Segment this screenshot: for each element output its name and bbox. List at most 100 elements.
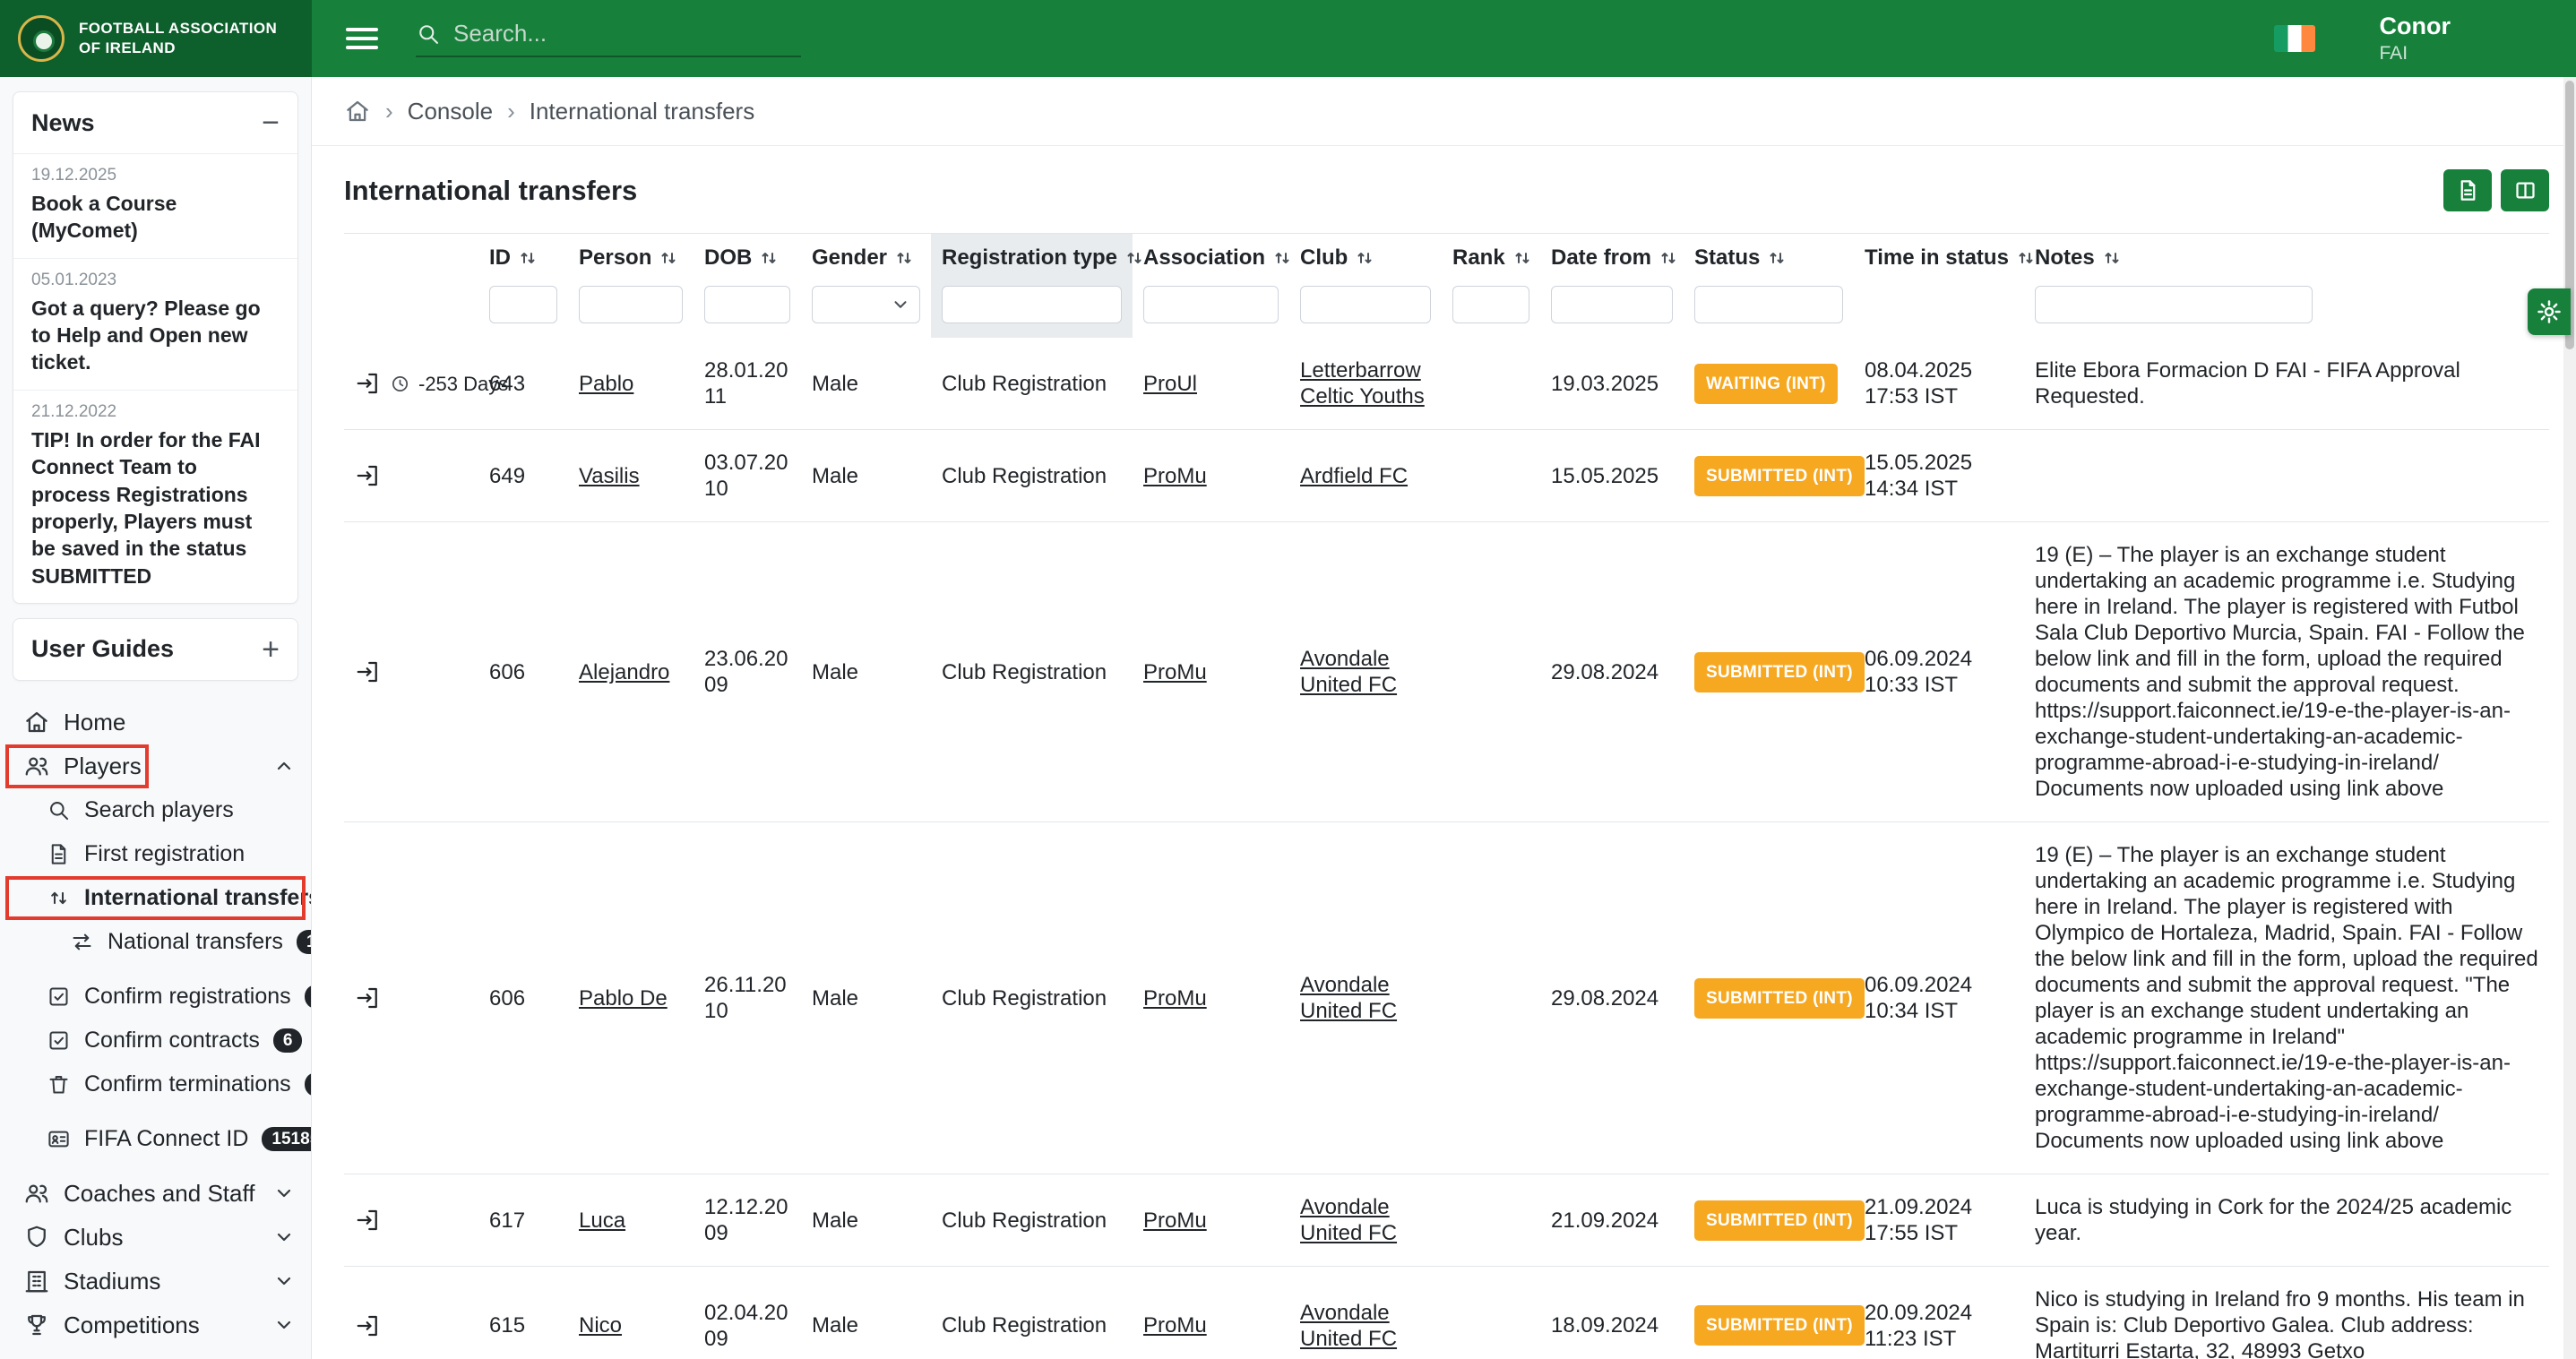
menu-toggle-button[interactable] (346, 25, 378, 52)
global-search[interactable] (416, 20, 801, 57)
sidebar-item-confirm-contracts[interactable]: Confirm contracts 6 (0, 1019, 311, 1062)
export-button[interactable] (2443, 169, 2492, 211)
status-badge: SUBMITTED (INT) (1694, 978, 1865, 1019)
filter-notes-input[interactable] (2035, 286, 2313, 323)
breadcrumb-console[interactable]: Console (408, 98, 493, 125)
filter-id-input[interactable] (489, 286, 557, 323)
cell-date-from: 29.08.2024 (1540, 822, 1684, 1174)
collapse-news-button[interactable]: − (262, 108, 280, 138)
enter-transfer-icon[interactable] (355, 370, 382, 397)
club-link[interactable]: Letterbarrow Celtic Youths (1300, 358, 1425, 409)
expand-user-guides-button[interactable]: + (262, 634, 280, 665)
cell-registration-type: Club Registration (931, 522, 1133, 822)
cell-time-in-status: 15.05.2025 14:34 IST (1854, 430, 2024, 522)
transfers-table: ID Person DOB Gender Registration type A… (344, 233, 2549, 1359)
sort-icon[interactable] (1512, 247, 1533, 269)
sort-icon[interactable] (2015, 247, 2037, 269)
filter-status-input[interactable] (1694, 286, 1843, 323)
sidebar-item-home[interactable]: Home (0, 701, 311, 744)
global-search-input[interactable] (453, 20, 801, 47)
sidebar-item-international-transfers[interactable]: International transfers 0 (0, 876, 311, 920)
association-link[interactable]: ProMu (1143, 464, 1207, 488)
cell-id: 606 (478, 522, 568, 822)
enter-transfer-icon[interactable] (355, 1207, 382, 1234)
sidebar-item-national-transfers[interactable]: National transfers 1389 (0, 920, 311, 964)
sidebar-item-coaches-and-staff[interactable]: Coaches and Staff (0, 1172, 311, 1216)
filter-person-input[interactable] (579, 286, 683, 323)
filter-club-input[interactable] (1300, 286, 1431, 323)
col-header-dob: DOB (694, 234, 801, 283)
enter-transfer-icon[interactable] (355, 985, 382, 1011)
fai-logo[interactable]: FOOTBALL ASSOCIATION OF IRELAND (0, 0, 312, 77)
sidebar-item-first-registration[interactable]: First registration (0, 832, 311, 876)
sidebar-item-fifa-connect-id[interactable]: FIFA Connect ID 15185 (0, 1117, 311, 1161)
sidebar-item-confirm-registrations[interactable]: Confirm registrations 93 (0, 975, 311, 1019)
columns-settings-button[interactable] (2501, 169, 2549, 211)
person-link[interactable]: Pablo De (579, 986, 668, 1011)
association-link[interactable]: ProMu (1143, 986, 1207, 1011)
sidebar-item-players[interactable]: Players (0, 744, 311, 788)
club-link[interactable]: Avondale United FC (1300, 1195, 1397, 1245)
filter-registration-type-input[interactable] (942, 286, 1122, 323)
chevron-down-icon (891, 295, 910, 314)
sort-icon[interactable] (1658, 247, 1679, 269)
sidebar-item-referees-and-officials[interactable]: Referees and Officials (0, 1347, 311, 1359)
sidebar-item-competitions[interactable]: Competitions (0, 1303, 311, 1347)
sort-icon[interactable] (1766, 247, 1788, 269)
sort-icon[interactable] (1271, 247, 1293, 269)
person-link[interactable]: Alejandro (579, 660, 669, 684)
person-link[interactable]: Pablo (579, 372, 633, 396)
enter-transfer-icon[interactable] (355, 462, 382, 489)
filter-gender-select[interactable] (812, 286, 920, 323)
enter-transfer-icon[interactable] (355, 1312, 382, 1339)
association-link[interactable]: ProUl (1143, 372, 1197, 396)
status-badge: SUBMITTED (INT) (1694, 652, 1865, 692)
person-link[interactable]: Luca (579, 1208, 625, 1233)
sidebar-item-stadiums[interactable]: Stadiums (0, 1260, 311, 1303)
col-header-gender: Gender (801, 234, 931, 283)
cell-dob: 03.07.2010 (694, 430, 801, 522)
cell-notes: Luca is studying in Cork for the 2024/25… (2024, 1174, 2549, 1267)
sort-icon[interactable] (2101, 247, 2123, 269)
sidebar-item-clubs[interactable]: Clubs (0, 1216, 311, 1260)
person-link[interactable]: Vasilis (579, 464, 640, 488)
id-card-icon (47, 1127, 71, 1151)
club-link[interactable]: Avondale United FC (1300, 647, 1397, 697)
sidebar-item-confirm-terminations[interactable]: Confirm terminations 3 (0, 1062, 311, 1106)
sidebar-item-search-players[interactable]: Search players (0, 788, 311, 832)
filter-date-from-input[interactable] (1551, 286, 1673, 323)
filter-rank-input[interactable] (1452, 286, 1529, 323)
enter-transfer-icon[interactable] (355, 658, 382, 685)
user-menu[interactable]: Conor FAI (2380, 12, 2451, 65)
cell-notes: 19 (E) – The player is an exchange stude… (2024, 522, 2549, 822)
table-row: 615 Nico 02.04.2009 Male Club Registrati… (344, 1267, 2549, 1359)
page-scrollbar[interactable] (2563, 77, 2576, 1359)
ireland-flag-icon[interactable] (2274, 25, 2315, 52)
association-link[interactable]: ProMu (1143, 1313, 1207, 1337)
filter-dob-input[interactable] (704, 286, 790, 323)
sort-icon[interactable] (658, 247, 679, 269)
file-export-icon (2456, 178, 2480, 202)
association-link[interactable]: ProMu (1143, 1208, 1207, 1233)
breadcrumb-home-icon[interactable] (344, 98, 371, 125)
status-badge: SUBMITTED (INT) (1694, 1200, 1865, 1241)
sort-icon[interactable] (517, 247, 538, 269)
club-link[interactable]: Ardfield FC (1300, 464, 1408, 488)
sort-icon[interactable] (1354, 247, 1375, 269)
main-content: Console International transfers Internat… (312, 77, 2576, 1359)
count-badge: 3 (305, 1072, 312, 1097)
cell-rank (1442, 338, 1540, 430)
breadcrumb-separator (385, 98, 393, 125)
person-link[interactable]: Nico (579, 1313, 622, 1337)
sort-icon[interactable] (893, 247, 915, 269)
club-link[interactable]: Avondale United FC (1300, 973, 1397, 1023)
club-link[interactable]: Avondale United FC (1300, 1301, 1397, 1351)
association-link[interactable]: ProMu (1143, 660, 1207, 684)
filter-association-input[interactable] (1143, 286, 1279, 323)
sort-icon[interactable] (758, 247, 780, 269)
cell-id: 643 (478, 338, 568, 430)
sort-icon[interactable] (1124, 247, 1145, 269)
table-settings-flyout-button[interactable] (2528, 288, 2571, 335)
cell-dob: 23.06.2009 (694, 522, 801, 822)
count-badge: 6 (273, 1028, 303, 1053)
